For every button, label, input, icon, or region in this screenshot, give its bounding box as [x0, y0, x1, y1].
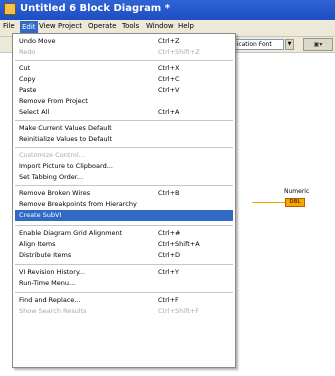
menu-item-enable-grid-alignment[interactable]: Enable Diagram Grid Alignment Ctrl+# — [15, 228, 233, 239]
menu-item-remove-from-project[interactable]: Remove From Project — [15, 96, 233, 107]
align-objects-button[interactable]: ▣▾ — [303, 38, 333, 51]
menu-item-distribute-items[interactable]: Distribute Items Ctrl+D — [15, 250, 233, 261]
menu-item-make-current-values-default[interactable]: Make Current Values Default — [15, 123, 233, 134]
menu-separator — [15, 264, 233, 265]
menu-item-cut[interactable]: Cut Ctrl+X — [15, 63, 233, 74]
edit-menu: Undo Move Ctrl+Z Redo Ctrl+Shift+Z Cut Ctrl… — [12, 33, 236, 368]
title-bar: Untitled 6 Block Diagram * — [0, 0, 335, 20]
menu-separator — [15, 225, 233, 226]
align-icon: ▣▾ — [313, 41, 323, 48]
menu-item-reinitialize-values[interactable]: Reinitialize Values to Default — [15, 134, 233, 145]
menu-separator — [15, 147, 233, 148]
menu-separator — [15, 120, 233, 121]
chevron-down-icon: ▼ — [287, 41, 292, 47]
terminal-label: Numeric — [284, 188, 310, 195]
menu-file[interactable]: File — [3, 22, 15, 30]
menu-item-remove-broken-wires[interactable]: Remove Broken Wires Ctrl+B — [15, 188, 233, 199]
menu-item-paste[interactable]: Paste Ctrl+V — [15, 85, 233, 96]
menu-item-undo-move[interactable]: Undo Move Ctrl+Z — [15, 36, 233, 47]
menu-item-remove-breakpoints[interactable]: Remove Breakpoints from Hierarchy — [15, 199, 233, 210]
menu-item-show-search-results: Show Search Results Ctrl+Shift+F — [19, 307, 199, 315]
numeric-terminal[interactable]: DBL — [285, 198, 305, 207]
menu-tools[interactable]: Tools — [122, 22, 139, 30]
menu-help[interactable]: Help — [178, 22, 194, 30]
labview-app-icon — [4, 3, 16, 15]
font-dropdown-button[interactable]: ▼ — [285, 39, 294, 50]
wire[interactable] — [252, 202, 285, 203]
menu-separator — [15, 185, 233, 186]
menu-item-align-items[interactable]: Align Items Ctrl+Shift+A — [15, 239, 233, 250]
menu-item-create-subvi[interactable]: Create SubVI — [15, 210, 233, 221]
menu-item-vi-revision-history[interactable]: VI Revision History... Ctrl+Y — [15, 267, 233, 278]
menu-operate[interactable]: Operate — [88, 22, 116, 30]
menu-item-customize-control: Customize Control... — [19, 151, 85, 159]
menu-separator — [15, 60, 233, 61]
menu-window[interactable]: Window — [146, 22, 174, 30]
menu-separator — [15, 292, 233, 293]
menu-item-set-tabbing-order[interactable]: Set Tabbing Order... — [15, 172, 233, 183]
font-selector[interactable]: lication Font — [232, 39, 284, 50]
menu-project[interactable]: Project — [58, 22, 82, 30]
menu-item-redo: Redo Ctrl+Shift+Z — [19, 48, 200, 56]
menu-item-select-all[interactable]: Select All Ctrl+A — [15, 107, 233, 118]
menu-item-copy[interactable]: Copy Ctrl+C — [15, 74, 233, 85]
menu-view[interactable]: View — [39, 22, 56, 30]
window-title: Untitled 6 Block Diagram * — [20, 3, 170, 14]
menu-item-find-and-replace[interactable]: Find and Replace... Ctrl+F — [15, 295, 233, 306]
menu-item-run-time-menu[interactable]: Run-Time Menu... — [15, 278, 233, 289]
menu-item-import-picture[interactable]: Import Picture to Clipboard... — [15, 161, 233, 172]
